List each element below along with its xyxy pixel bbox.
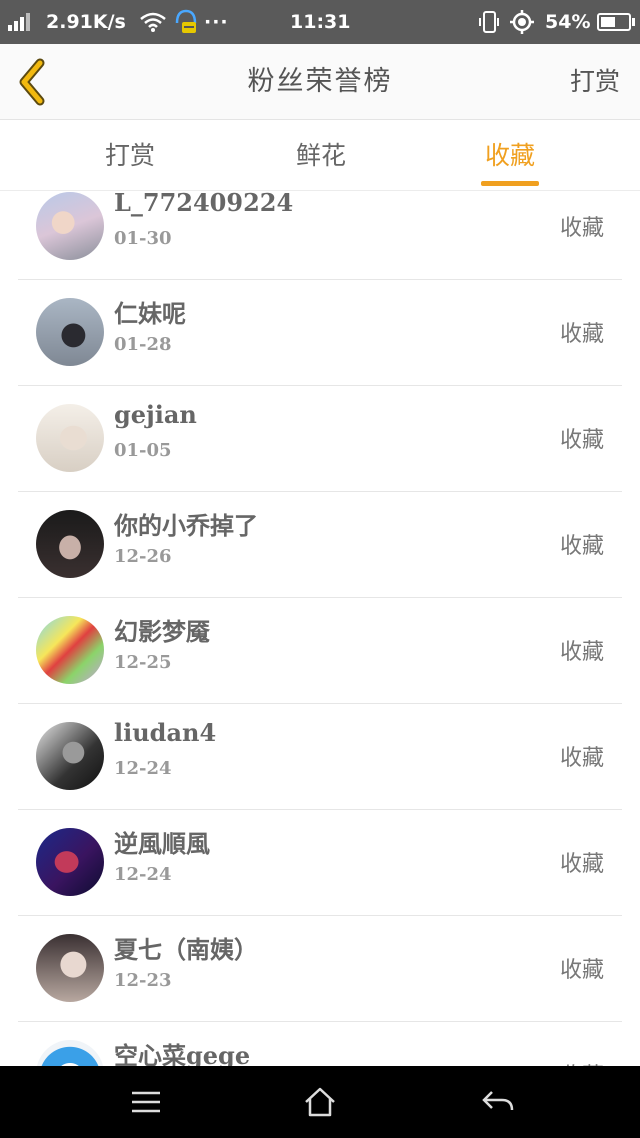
status-bar: 2.91K/s ··· 11:31 54%	[0, 0, 640, 44]
avatar[interactable]	[36, 298, 104, 366]
favorite-label: 收藏	[559, 746, 604, 771]
system-back-button[interactable]	[478, 1084, 518, 1120]
user-name[interactable]: 空心菜gege	[114, 1036, 250, 1066]
favorite-label: 收藏	[559, 534, 604, 559]
home-icon	[305, 1087, 335, 1117]
tab-bar: 打赏 鲜花 收藏	[0, 121, 640, 191]
date: 01-30	[114, 228, 172, 249]
user-name[interactable]: 逆風順風	[114, 824, 210, 859]
avatar[interactable]	[36, 722, 104, 790]
list-item[interactable]: 仁妹呢 01-28 收藏	[18, 280, 622, 386]
headset-icon	[174, 0, 198, 44]
tab-flowers[interactable]: 鲜花	[271, 121, 371, 191]
avatar[interactable]	[36, 1040, 104, 1066]
list-item[interactable]: 夏七（南姨） 12-23 收藏	[18, 916, 622, 1022]
signal-icon	[8, 0, 32, 44]
avatar[interactable]	[36, 934, 104, 1002]
fan-list[interactable]: L_772409224 01-30 收藏 仁妹呢 01-28 收藏 gejian…	[0, 192, 640, 1066]
list-item[interactable]: 幻影梦魇 12-25 收藏	[18, 598, 622, 704]
avatar[interactable]	[36, 616, 104, 684]
favorite-label: 收藏	[559, 852, 604, 877]
list-item[interactable]: gejian 01-05 收藏	[18, 386, 622, 492]
page-title: 粉丝荣誉榜	[247, 66, 393, 97]
user-name[interactable]: liudan4	[114, 718, 216, 747]
network-speed: 2.91K/s	[46, 11, 126, 33]
avatar[interactable]	[36, 192, 104, 260]
date: 01-28	[114, 334, 172, 355]
menu-button[interactable]	[126, 1084, 166, 1120]
user-name[interactable]: 幻影梦魇	[114, 612, 210, 647]
home-button[interactable]	[300, 1084, 340, 1120]
battery-icon	[597, 0, 635, 44]
user-name[interactable]: 夏七（南姨）	[114, 930, 258, 965]
favorite-label: 收藏	[559, 216, 604, 241]
favorite-label: 收藏	[559, 958, 604, 983]
more-notifications: ···	[204, 11, 229, 33]
active-tab-indicator	[481, 181, 539, 186]
header: 粉丝荣誉榜 打赏	[0, 44, 640, 120]
back-arrow-icon	[482, 1091, 514, 1111]
phone-vibrate-icon	[478, 0, 500, 44]
avatar[interactable]	[36, 404, 104, 472]
date: 12-24	[114, 758, 172, 779]
avatar[interactable]	[36, 828, 104, 896]
list-item[interactable]: 空心菜gege 收藏	[18, 1022, 622, 1066]
battery-percentage: 54%	[545, 11, 591, 33]
date: 12-25	[114, 652, 172, 673]
date: 12-24	[114, 864, 172, 885]
list-item[interactable]: L_772409224 01-30 收藏	[18, 192, 622, 280]
date: 12-23	[114, 970, 172, 991]
avatar[interactable]	[36, 510, 104, 578]
wifi-icon	[140, 0, 166, 44]
list-item[interactable]: 逆風順風 12-24 收藏	[18, 810, 622, 916]
favorite-label: 收藏	[559, 322, 604, 347]
date: 01-05	[114, 440, 172, 461]
user-name[interactable]: L_772409224	[114, 192, 293, 217]
date: 12-26	[114, 546, 172, 567]
favorite-label: 收藏	[560, 1058, 604, 1066]
user-name[interactable]: 仁妹呢	[114, 294, 186, 329]
user-name[interactable]: 你的小乔掉了	[114, 506, 258, 541]
favorite-label: 收藏	[559, 640, 604, 665]
tab-reward[interactable]: 打赏	[80, 121, 180, 191]
list-item[interactable]: liudan4 12-24 收藏	[18, 704, 622, 810]
location-icon	[510, 0, 534, 44]
system-nav-bar	[0, 1066, 640, 1138]
user-name[interactable]: gejian	[114, 400, 197, 429]
favorite-label: 收藏	[559, 428, 604, 453]
clock: 11:31	[290, 11, 351, 33]
reward-button[interactable]: 打赏	[570, 44, 620, 120]
menu-icon	[132, 1091, 160, 1113]
list-item[interactable]: 你的小乔掉了 12-26 收藏	[18, 492, 622, 598]
